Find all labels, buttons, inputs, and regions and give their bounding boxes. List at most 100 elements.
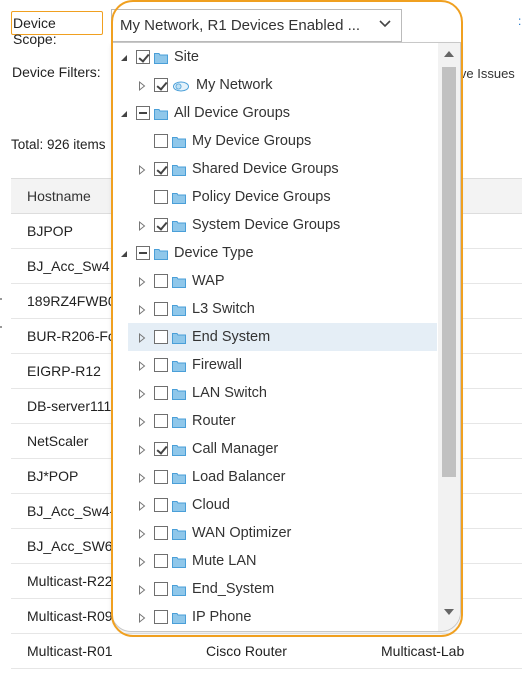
scope-tree: Site My Network All Device Groups My Device… xyxy=(112,43,437,631)
folder-icon xyxy=(172,611,186,624)
folder-icon xyxy=(154,51,168,64)
collapsed-triangle-icon[interactable] xyxy=(136,583,148,596)
tree-node[interactable]: Device Type xyxy=(112,239,437,267)
checkbox[interactable] xyxy=(154,526,168,540)
checkbox-partial[interactable] xyxy=(136,246,150,260)
tree-node[interactable]: End System xyxy=(128,323,437,351)
expanded-triangle-icon[interactable] xyxy=(118,107,130,119)
checkbox[interactable] xyxy=(154,274,168,288)
tree-node[interactable]: Load Balancer xyxy=(112,463,437,491)
checkbox[interactable] xyxy=(154,358,168,372)
expanded-triangle-icon[interactable] xyxy=(118,51,130,63)
collapsed-triangle-icon[interactable] xyxy=(136,443,148,456)
folder-icon xyxy=(172,135,186,148)
tree-node[interactable]: WAP xyxy=(112,267,437,295)
checkbox[interactable] xyxy=(154,330,168,344)
collapsed-triangle-icon[interactable] xyxy=(136,275,148,288)
tree-node[interactable]: System Device Groups xyxy=(112,211,437,239)
tree-node-label: Device Type xyxy=(174,245,254,261)
collapsed-triangle-icon[interactable] xyxy=(136,79,148,92)
checkbox[interactable] xyxy=(154,554,168,568)
device-scope-label: Device Scope: xyxy=(11,11,103,47)
tree-node[interactable]: Firewall xyxy=(112,351,437,379)
tree-node-label: Firewall xyxy=(192,357,242,373)
checkbox[interactable] xyxy=(154,470,168,484)
tree-node-label: All Device Groups xyxy=(174,105,291,121)
tree-node[interactable]: Policy Device Groups xyxy=(112,183,437,211)
collapsed-triangle-icon[interactable] xyxy=(136,611,148,624)
collapsed-triangle-icon[interactable] xyxy=(136,219,148,232)
tree-node[interactable]: My Device Groups xyxy=(112,127,437,155)
tree-node[interactable]: Site xyxy=(112,43,437,71)
collapsed-triangle-icon[interactable] xyxy=(136,163,148,176)
checkbox[interactable] xyxy=(154,386,168,400)
checkbox[interactable] xyxy=(154,498,168,512)
checkbox-checked[interactable] xyxy=(154,162,168,176)
collapsed-triangle-icon[interactable] xyxy=(136,359,148,372)
tree-node[interactable]: End_System xyxy=(112,575,437,603)
checkbox-checked[interactable] xyxy=(136,50,150,64)
tree-node-label: LAN Switch xyxy=(192,385,267,401)
checkbox[interactable] xyxy=(154,414,168,428)
collapsed-triangle-icon[interactable] xyxy=(136,471,148,484)
tree-node[interactable]: Cloud xyxy=(112,491,437,519)
collapsed-triangle-icon[interactable] xyxy=(136,499,148,512)
folder-icon xyxy=(154,107,168,120)
folder-icon xyxy=(172,527,186,540)
tree-node[interactable]: WAN Optimizer xyxy=(112,519,437,547)
tree-node-label: System Device Groups xyxy=(192,217,341,233)
checkbox[interactable] xyxy=(154,134,168,148)
checkbox-checked[interactable] xyxy=(154,78,168,92)
scroll-up-icon[interactable] xyxy=(444,51,454,57)
cell-hostname: BJ*POP xyxy=(27,468,79,484)
tree-node[interactable]: LAN Switch xyxy=(112,379,437,407)
folder-icon xyxy=(172,359,186,372)
tree-node-label: Policy Device Groups xyxy=(192,189,331,205)
tree-node[interactable]: Mute LAN xyxy=(112,547,437,575)
checkbox-checked[interactable] xyxy=(154,442,168,456)
folder-icon xyxy=(172,275,186,288)
checkbox-partial[interactable] xyxy=(136,106,150,120)
cell-hostname: BJ_Acc_SW6 xyxy=(27,538,113,554)
tree-node[interactable]: All Device Groups xyxy=(112,99,437,127)
scroll-down-icon[interactable] xyxy=(444,609,454,615)
collapsed-triangle-icon[interactable] xyxy=(136,415,148,428)
cell-hostname: Multicast-R01 xyxy=(27,643,113,659)
collapsed-triangle-icon[interactable] xyxy=(136,303,148,316)
folder-icon xyxy=(172,163,186,176)
collapsed-triangle-icon[interactable] xyxy=(136,527,148,540)
folder-icon xyxy=(172,331,186,344)
tree-node-label: Site xyxy=(174,49,199,65)
folder-icon xyxy=(172,415,186,428)
checkbox[interactable] xyxy=(154,610,168,624)
left-edge-ticks xyxy=(0,298,3,338)
scroll-thumb[interactable] xyxy=(442,67,456,477)
dropdown-scrollbar[interactable] xyxy=(438,43,460,631)
chevron-down-icon[interactable] xyxy=(378,16,392,30)
checkbox-checked[interactable] xyxy=(154,218,168,232)
expanded-triangle-icon[interactable] xyxy=(118,247,130,259)
collapsed-triangle-icon[interactable] xyxy=(136,331,148,344)
table-row[interactable]: Multicast-R01 Cisco Router Multicast-Lab xyxy=(11,634,522,669)
tree-node-label: L3 Switch xyxy=(192,301,255,317)
checkbox[interactable] xyxy=(154,190,168,204)
tree-node-label: Call Manager xyxy=(192,441,279,457)
tree-node[interactable]: Call Manager xyxy=(112,435,437,463)
tree-node-label: Load Balancer xyxy=(192,469,286,485)
cloud-icon xyxy=(172,79,190,92)
tree-node[interactable]: L3 Switch xyxy=(112,295,437,323)
device-scope-dropdown: Site My Network All Device Groups My Device… xyxy=(111,42,461,632)
checkbox[interactable] xyxy=(154,302,168,316)
collapsed-triangle-icon[interactable] xyxy=(136,387,148,400)
collapsed-triangle-icon[interactable] xyxy=(136,555,148,568)
tree-node[interactable]: Shared Device Groups xyxy=(112,155,437,183)
checkbox[interactable] xyxy=(154,582,168,596)
tree-node[interactable]: Router xyxy=(112,407,437,435)
device-scope-select[interactable]: My Network, R1 Devices Enabled ... xyxy=(111,9,402,42)
tree-node[interactable]: My Network xyxy=(112,71,437,99)
cell-hostname: BJ_Acc_Sw4 xyxy=(27,258,110,274)
folder-icon xyxy=(172,555,186,568)
tree-node-label: End_System xyxy=(192,581,275,597)
cell-hostname: DB-server111 xyxy=(27,398,112,414)
tree-node[interactable]: IP Phone xyxy=(112,603,437,631)
